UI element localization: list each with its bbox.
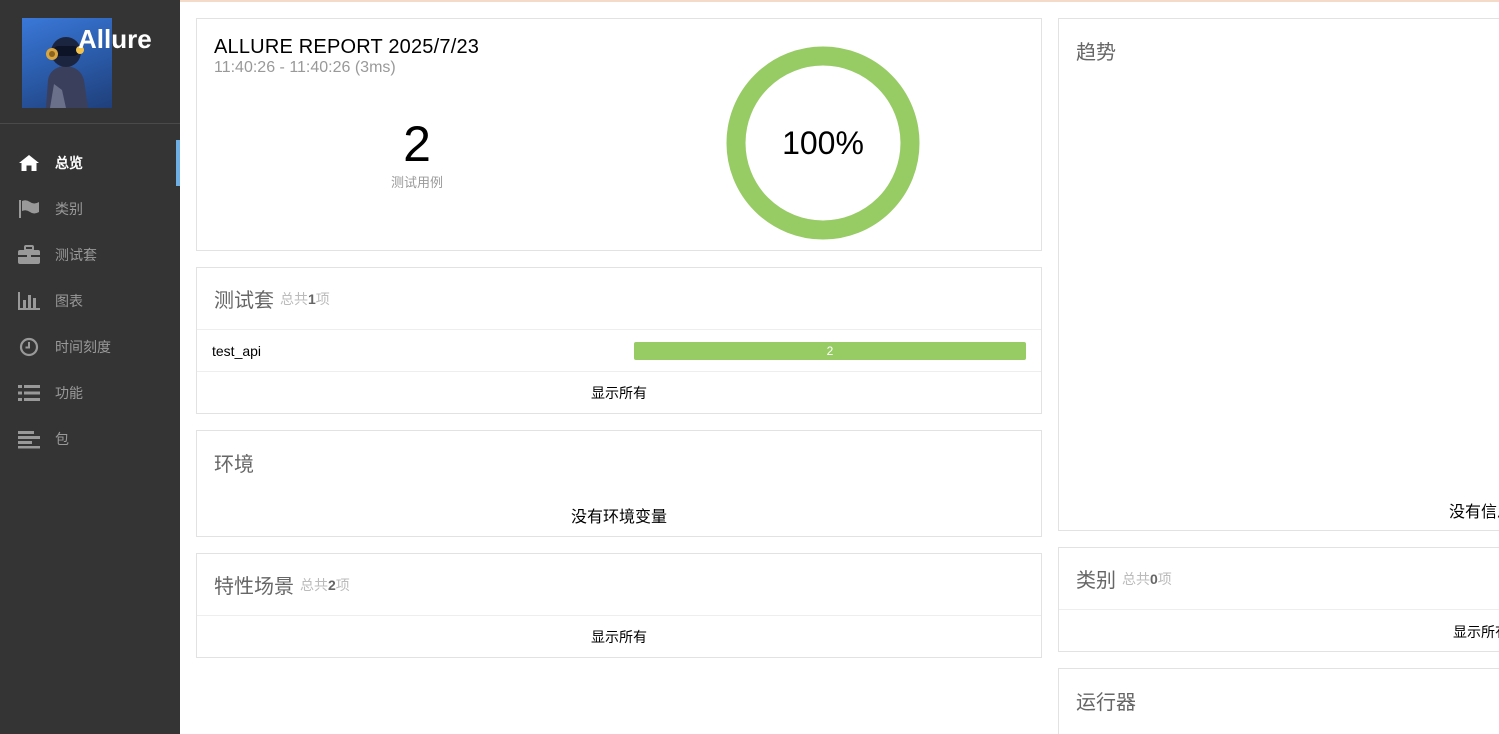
list-icon [18, 383, 40, 403]
suites-widget: 测试套 总共1项 test_api 2 显示所有 [196, 267, 1042, 414]
suites-title[interactable]: 测试套 [214, 284, 274, 313]
trend-widget: 趋势 没有信息 [1058, 18, 1499, 531]
environment-header: 环境 [197, 431, 1041, 493]
suite-name: test_api [212, 342, 262, 359]
suite-row[interactable]: test_api 2 [197, 330, 1041, 372]
suites-total: 总共1项 [280, 290, 330, 307]
top-border [180, 0, 1499, 2]
summary-widget: ALLURE REPORT 2025/7/23 11:40:26 - 11:40… [196, 18, 1042, 251]
flag-icon [18, 199, 40, 219]
sidebar-item-overview[interactable]: 总览 [0, 140, 180, 186]
environment-empty-message: 没有环境变量 [570, 509, 667, 526]
categories-widget: 类别 总共0项 显示所有 [1058, 547, 1499, 652]
trend-title: 趋势 [1076, 41, 1116, 64]
sidebar-item-behaviors[interactable]: 功能 [0, 370, 180, 416]
brand-title[interactable]: Allure [78, 24, 152, 55]
home-icon [18, 153, 40, 173]
suites-header: 测试套 总共1项 [197, 268, 1041, 330]
categories-show-all-link[interactable]: 显示所有 [1453, 622, 1499, 642]
brand: Allure [0, 0, 180, 124]
report-time: 11:40:26 - 11:40:26 (3ms) [214, 59, 396, 76]
executors-title: 运行器 [1076, 691, 1136, 714]
briefcase-icon [18, 245, 40, 265]
test-case-count: 2 [403, 116, 431, 172]
suites-show-all-link[interactable]: 显示所有 [197, 372, 1041, 413]
trend-empty-message: 没有信息 [1449, 504, 1499, 521]
sidebar-item-categories[interactable]: 类别 [0, 186, 180, 232]
clock-icon [18, 337, 40, 357]
sidebar-item-timeline[interactable]: 时间刻度 [0, 324, 180, 370]
executors-header: 运行器 [1059, 669, 1499, 731]
environment-title: 环境 [214, 453, 254, 476]
bar-chart-icon [18, 291, 40, 311]
sidebar-item-graphs[interactable]: 图表 [0, 278, 180, 324]
sidebar-item-suites[interactable]: 测试套 [0, 232, 180, 278]
categories-title[interactable]: 类别 [1076, 564, 1116, 593]
categories-header: 类别 总共0项 [1059, 548, 1499, 610]
sidebar-item-label: 测试套 [55, 247, 97, 263]
sidebar-item-label: 总览 [55, 155, 83, 171]
align-left-icon [18, 429, 40, 449]
sidebar-item-label: 类别 [55, 201, 83, 217]
features-title[interactable]: 特性场景 [214, 570, 294, 599]
sidebar-item-label: 时间刻度 [55, 339, 111, 355]
sidebar-item-label: 包 [55, 431, 69, 447]
features-total: 总共2项 [300, 576, 350, 593]
features-header: 特性场景 总共2项 [197, 554, 1041, 616]
features-show-all-link[interactable]: 显示所有 [197, 616, 1041, 657]
sidebar: Allure 总览 类别 测试套 图表 时间刻度 功能 包 [0, 0, 180, 734]
sidebar-item-label: 功能 [55, 385, 83, 401]
suite-passed-bar[interactable]: 2 [634, 342, 1026, 360]
report-title: ALLURE REPORT 2025/7/23 [214, 36, 480, 58]
features-widget: 特性场景 总共2项 显示所有 [196, 553, 1042, 658]
categories-total: 总共0项 [1122, 570, 1172, 587]
test-case-count-label: 测试用例 [390, 175, 443, 190]
executors-widget: 运行器 [1058, 668, 1499, 734]
sidebar-item-packages[interactable]: 包 [0, 416, 180, 462]
sidebar-item-label: 图表 [55, 293, 83, 309]
pass-rate-percent: 100% [782, 125, 864, 161]
environment-widget: 环境 没有环境变量 [196, 430, 1042, 537]
sidebar-nav: 总览 类别 测试套 图表 时间刻度 功能 包 [0, 140, 180, 462]
trend-header: 趋势 [1059, 19, 1499, 81]
